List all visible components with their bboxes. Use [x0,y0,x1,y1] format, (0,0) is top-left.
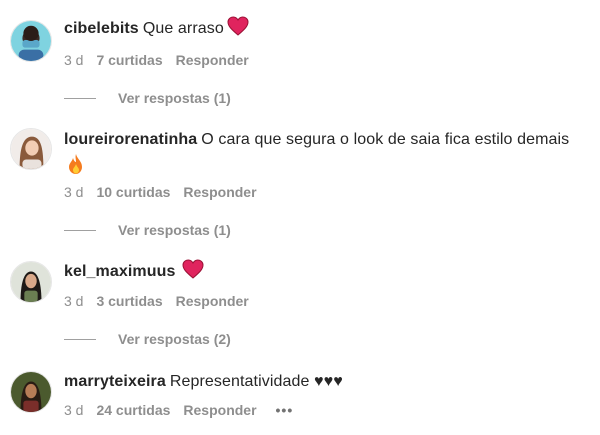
divider [64,339,96,340]
comment-meta: 3 d 7 curtidas Responder [64,51,262,69]
view-replies-button[interactable]: Ver respostas (1) [64,89,231,107]
comment-time: 3 d [64,293,84,309]
view-replies-button[interactable]: Ver respostas (1) [64,221,231,239]
red-heart-icon [227,16,249,36]
red-heart-icon [182,259,204,279]
comment-username[interactable]: cibelebits [64,20,139,37]
comment-likes[interactable]: 3 curtidas [96,293,162,309]
comment-time: 3 d [64,52,84,68]
avatar[interactable] [10,371,52,413]
comment-text: Que arraso [142,20,224,37]
divider [64,230,96,231]
comment-meta: 3 d 3 curtidas Responder [64,292,262,310]
reply-button[interactable]: Responder [183,184,256,200]
comment-likes[interactable]: 10 curtidas [96,184,170,200]
comment-username[interactable]: kel_maximuus [64,263,175,280]
reply-button[interactable]: Responder [183,402,256,418]
view-replies-button[interactable]: Ver respostas (2) [64,330,231,348]
avatar[interactable] [10,128,52,170]
avatar[interactable] [10,20,52,62]
reply-button[interactable]: Responder [176,293,249,309]
more-options-icon[interactable]: ••• [276,402,294,418]
view-replies-label: Ver respostas (1) [118,90,231,106]
comment-likes[interactable]: 24 curtidas [96,402,170,418]
comment-username[interactable]: marryteixeira [64,373,166,390]
comment-time: 3 d [64,184,84,200]
comment-text: O cara que segura o look de saia fica es… [201,131,570,148]
comment-likes[interactable]: 7 curtidas [96,52,162,68]
comment-time: 3 d [64,402,84,418]
fire-icon [67,153,85,175]
comment-meta: 3 d 10 curtidas Responder [64,183,270,201]
view-replies-label: Ver respostas (2) [118,331,231,347]
comment-meta: 3 d 24 curtidas Responder ••• [64,401,306,419]
comment-text: Representatividade ♥♥♥ [169,373,343,390]
comment-username[interactable]: loureirorenatinha [64,131,197,148]
divider [64,98,96,99]
avatar[interactable] [10,261,52,303]
reply-button[interactable]: Responder [176,52,249,68]
view-replies-label: Ver respostas (1) [118,222,231,238]
